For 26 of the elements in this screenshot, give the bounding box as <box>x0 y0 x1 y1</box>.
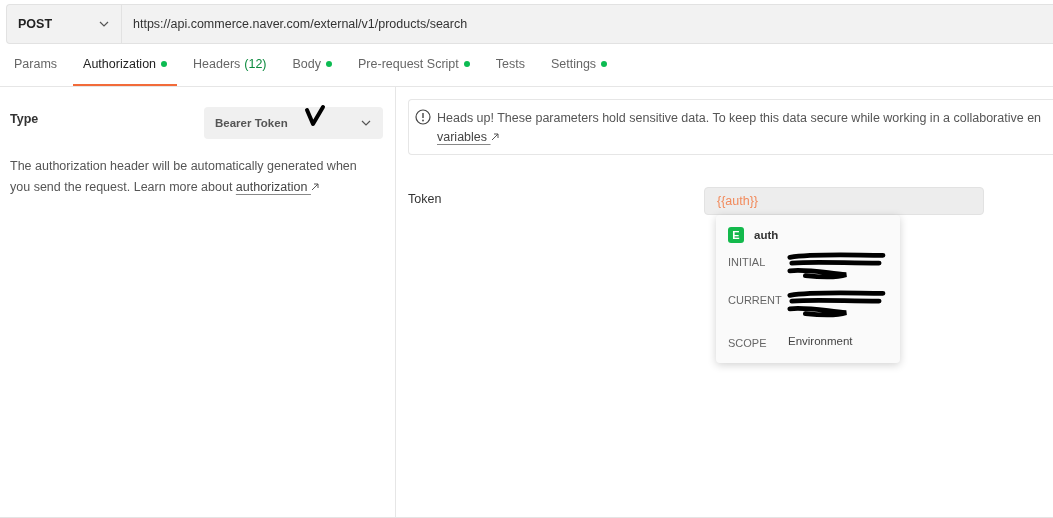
variable-field-label: INITIAL <box>728 255 767 268</box>
auth-type-dropdown[interactable]: Bearer Token <box>204 107 383 139</box>
variable-field-label: SCOPE <box>728 335 768 349</box>
external-link-icon <box>490 133 499 141</box>
tab[interactable]: Authorization <box>73 44 178 86</box>
handwritten-check-mark <box>304 104 326 128</box>
token-label: Token <box>408 191 443 208</box>
type-label: Type <box>10 112 39 126</box>
external-link-icon <box>310 183 319 191</box>
tab[interactable]: Body <box>282 44 343 86</box>
tab[interactable]: Params <box>4 44 68 86</box>
variable-field-label: CURRENT <box>728 293 783 306</box>
tab[interactable]: Pre-request Script <box>348 44 480 86</box>
tab-count: (12) <box>244 57 267 71</box>
description-text: The authorization header will be automatically generated when you send the request. Learn more about authorization <box>10 158 358 196</box>
alert-text: Heads up! These parameters hold sensitive data. To keep this data secure while working in a collaborative en <box>437 110 1042 127</box>
tab[interactable]: Tests <box>485 44 535 86</box>
tab[interactable]: Settings <box>540 44 618 86</box>
alert-icon <box>415 109 431 125</box>
authorization-link[interactable]: authorization <box>235 180 319 194</box>
variable-scope-value: Environment <box>788 335 853 347</box>
chevron-down-icon <box>361 120 371 126</box>
tab[interactable]: Headers (12) <box>183 44 277 86</box>
environment-badge: E <box>728 227 744 243</box>
variables-link[interactable]: variables <box>437 128 499 147</box>
variable-name: auth <box>754 229 779 241</box>
